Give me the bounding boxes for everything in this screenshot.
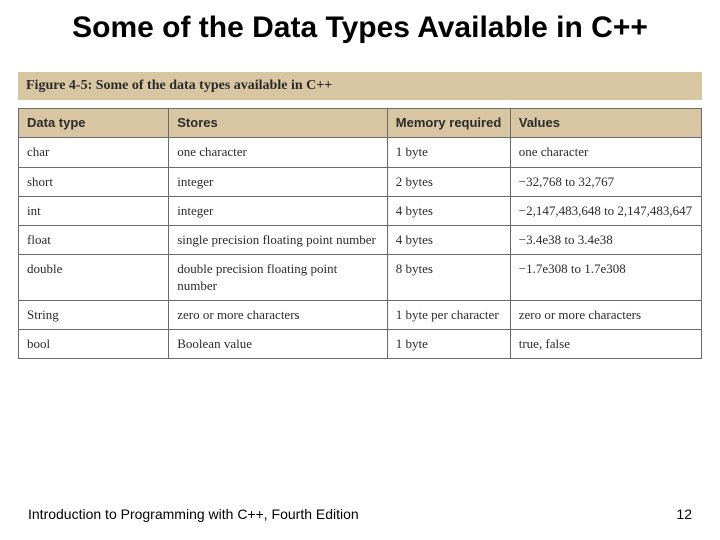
cell-values: −3.4e38 to 3.4e38 <box>510 226 701 255</box>
cell-stores: zero or more characters <box>169 300 388 329</box>
cell-values: −32,768 to 32,767 <box>510 167 701 196</box>
table-row: Stringzero or more characters1 byte per … <box>19 300 702 329</box>
slide-footer: Introduction to Programming with C++, Fo… <box>0 506 720 522</box>
cell-memory: 4 bytes <box>387 226 510 255</box>
cell-values: zero or more characters <box>510 300 701 329</box>
cell-data-type: float <box>19 226 169 255</box>
cell-stores: integer <box>169 196 388 225</box>
cell-data-type: bool <box>19 330 169 359</box>
cell-stores: Boolean value <box>169 330 388 359</box>
slide-title: Some of the Data Types Available in C++ <box>0 0 720 52</box>
cell-memory: 1 byte <box>387 330 510 359</box>
table-header-row: Data type Stores Memory required Values <box>19 109 702 138</box>
cell-stores: double precision floating point number <box>169 255 388 301</box>
cell-stores: single precision floating point number <box>169 226 388 255</box>
footer-page-number: 12 <box>676 506 692 522</box>
cell-data-type: int <box>19 196 169 225</box>
datatype-table-wrap: Data type Stores Memory required Values … <box>18 108 702 359</box>
header-memory: Memory required <box>387 109 510 138</box>
cell-data-type: double <box>19 255 169 301</box>
footer-text: Introduction to Programming with C++, Fo… <box>28 506 359 522</box>
table-row: intinteger4 bytes−2,147,483,648 to 2,147… <box>19 196 702 225</box>
figure-caption: Figure 4-5: Some of the data types avail… <box>18 72 702 100</box>
cell-values: one character <box>510 138 701 167</box>
table-row: doubledouble precision floating point nu… <box>19 255 702 301</box>
table-row: boolBoolean value1 bytetrue, false <box>19 330 702 359</box>
slide: Some of the Data Types Available in C++ … <box>0 0 720 540</box>
cell-data-type: short <box>19 167 169 196</box>
cell-memory: 2 bytes <box>387 167 510 196</box>
header-data-type: Data type <box>19 109 169 138</box>
cell-memory: 1 byte <box>387 138 510 167</box>
cell-values: −1.7e308 to 1.7e308 <box>510 255 701 301</box>
table-row: floatsingle precision floating point num… <box>19 226 702 255</box>
cell-data-type: String <box>19 300 169 329</box>
cell-stores: integer <box>169 167 388 196</box>
header-stores: Stores <box>169 109 388 138</box>
cell-stores: one character <box>169 138 388 167</box>
cell-memory: 8 bytes <box>387 255 510 301</box>
cell-memory: 1 byte per character <box>387 300 510 329</box>
cell-values: true, false <box>510 330 701 359</box>
cell-memory: 4 bytes <box>387 196 510 225</box>
cell-data-type: char <box>19 138 169 167</box>
table-row: charone character1 byteone character <box>19 138 702 167</box>
table-row: shortinteger2 bytes−32,768 to 32,767 <box>19 167 702 196</box>
header-values: Values <box>510 109 701 138</box>
cell-values: −2,147,483,648 to 2,147,483,647 <box>510 196 701 225</box>
datatype-table: Data type Stores Memory required Values … <box>18 108 702 359</box>
